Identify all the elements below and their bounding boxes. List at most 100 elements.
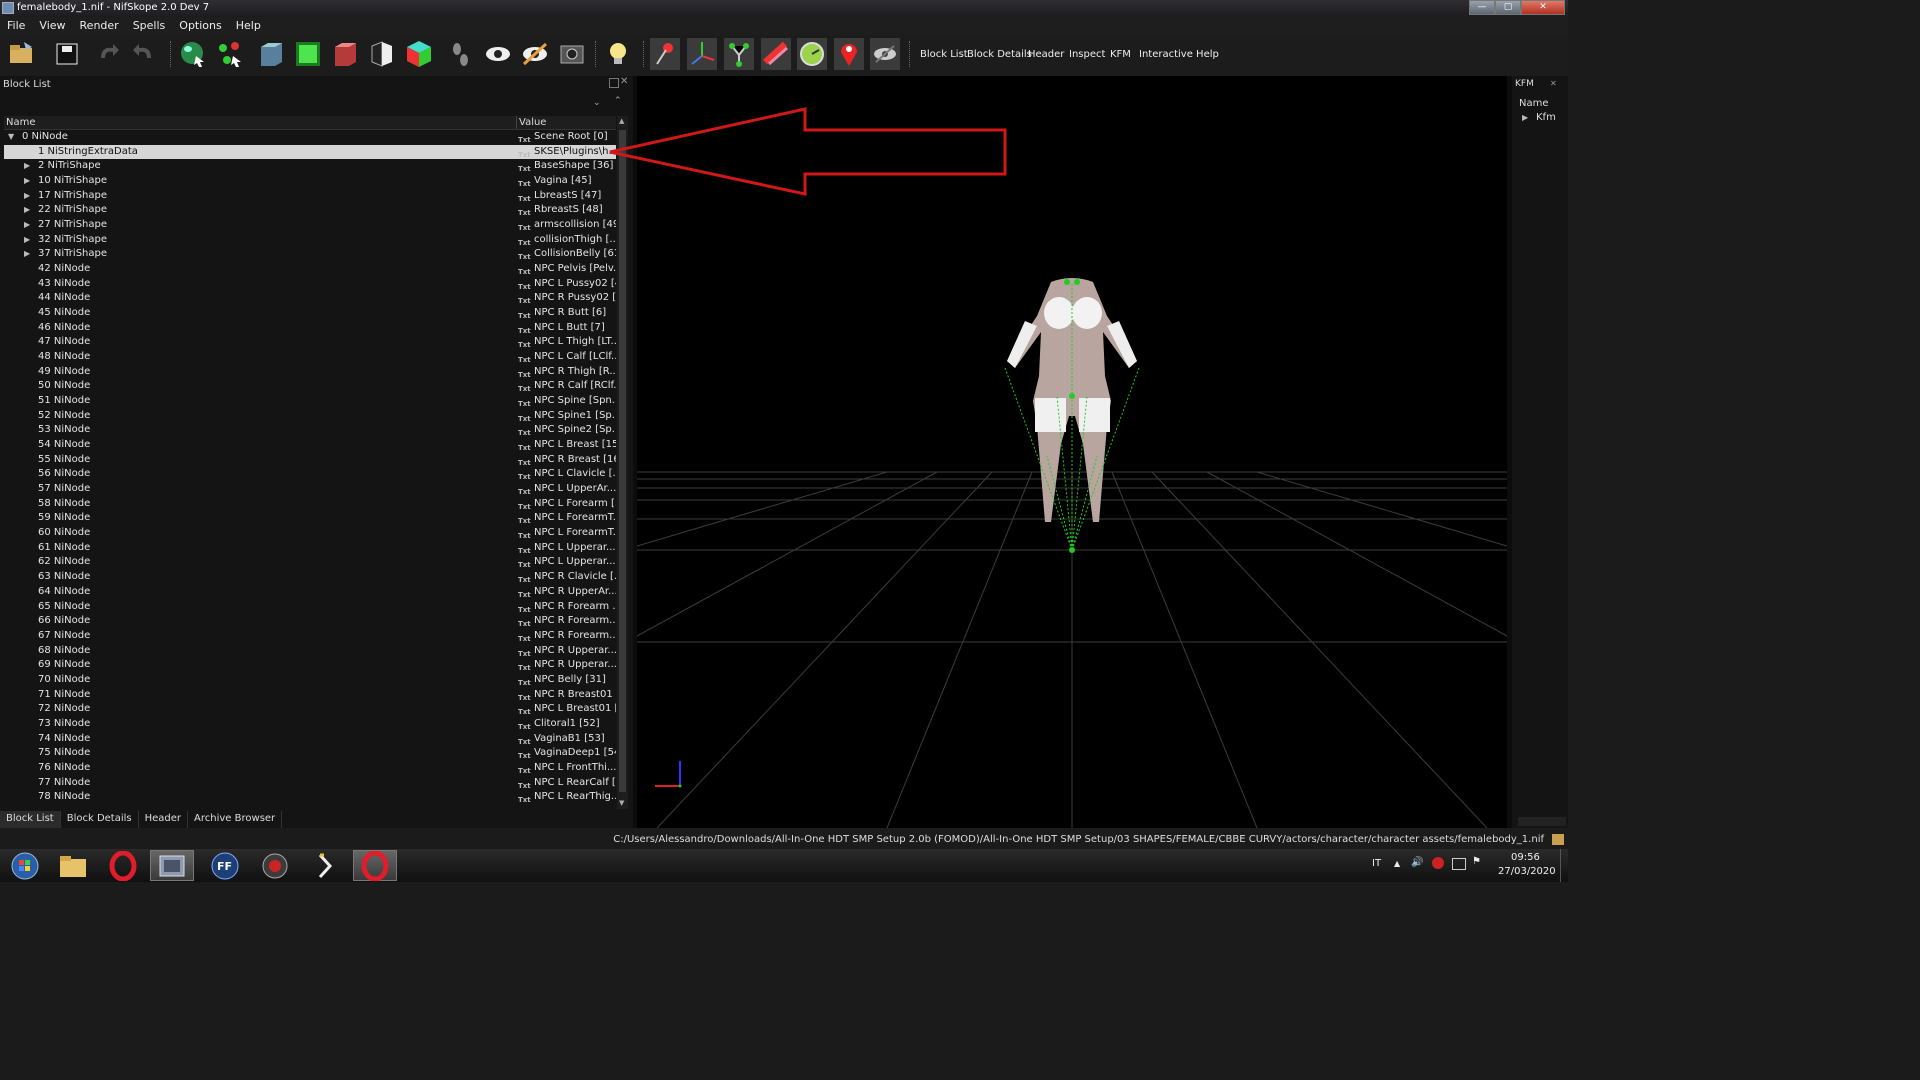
maximize-button[interactable]: ▢ [1495, 0, 1521, 15]
column-name[interactable]: Name [6, 117, 36, 128]
toolbar-tab-block-details[interactable]: Block Details [967, 49, 1032, 60]
table-row[interactable]: 58 NiNode Txt NPC L Forearm [... [4, 497, 616, 512]
table-row[interactable]: ▶ 27 NiTriShape Txt armscollision [49] [4, 218, 616, 233]
menu-options[interactable]: Options [172, 17, 228, 35]
toolbar-tab-block-list[interactable]: Block List [920, 49, 968, 60]
expand-arrow-icon[interactable]: ▶ [24, 174, 30, 189]
nodes-icon[interactable] [724, 38, 754, 70]
toolbar-tab-inspect[interactable]: Inspect [1069, 49, 1105, 60]
table-row[interactable]: 57 NiNode Txt NPC L UpperAr... [4, 482, 616, 497]
nifskope-icon[interactable] [150, 850, 194, 881]
select-vertex-icon[interactable] [215, 38, 245, 70]
table-row[interactable]: 46 NiNode Txt NPC L Butt [7] [4, 321, 616, 336]
light-bulb-icon[interactable] [603, 38, 633, 70]
column-divider[interactable] [516, 116, 517, 129]
expand-arrow-icon[interactable]: ▶ [24, 233, 30, 248]
eye-cross-icon[interactable] [520, 38, 550, 70]
float-panel-icon[interactable] [609, 78, 619, 88]
table-row[interactable]: 60 NiNode Txt NPC L ForearmT... [4, 526, 616, 541]
menu-render[interactable]: Render [73, 17, 126, 35]
menu-file[interactable]: File [0, 17, 32, 35]
table-row[interactable]: 42 NiNode Txt NPC Pelvis [Pelv... [4, 262, 616, 277]
save-icon[interactable] [53, 38, 83, 70]
tab-archive-browser[interactable]: Archive Browser [188, 811, 283, 828]
expand-arrow-icon[interactable]: ▶ [24, 159, 30, 174]
table-row[interactable]: 63 NiNode Txt NPC R Clavicle [... [4, 570, 616, 585]
table-row[interactable]: 64 NiNode Txt NPC R UpperAr... [4, 585, 616, 600]
footprints-icon[interactable] [446, 38, 476, 70]
table-row[interactable]: ▶ 2 NiTriShape Txt BaseShape [36] [4, 159, 616, 174]
kfm-column-name[interactable]: Name [1519, 98, 1549, 109]
table-row[interactable]: 53 NiNode Txt NPC Spine2 [Sp... [4, 423, 616, 438]
table-row[interactable]: 65 NiNode Txt NPC R Forearm ... [4, 600, 616, 615]
table-row[interactable]: 74 NiNode Txt VaginaB1 [53] [4, 732, 616, 747]
table-row[interactable]: 52 NiNode Txt NPC Spine1 [Sp... [4, 409, 616, 424]
table-row[interactable]: 62 NiNode Txt NPC L Upperar... [4, 555, 616, 570]
pin-icon[interactable] [650, 38, 680, 70]
table-row[interactable]: 78 NiNode Txt NPC L RearThig... [4, 790, 616, 805]
menu-view[interactable]: View [32, 17, 72, 35]
box-red-icon[interactable] [330, 38, 360, 70]
table-row[interactable]: 1 NiStringExtraData Txt SKSE\Plugins\h... [4, 144, 616, 160]
table-row[interactable]: 61 NiNode Txt NPC L Upperar... [4, 541, 616, 556]
load-icon[interactable] [6, 38, 36, 70]
table-row[interactable]: ▶ 17 NiTriShape Txt LbreastS [47] [4, 189, 616, 204]
table-row[interactable]: 75 NiNode Txt VaginaDeep1 [54] [4, 746, 616, 761]
table-row[interactable]: 72 NiNodeTxtNPC L Breast01 [... [4, 702, 616, 717]
spider-icon[interactable] [253, 850, 297, 881]
close-button[interactable]: ✕ [1521, 0, 1565, 15]
menu-help[interactable]: Help [229, 17, 268, 35]
table-row[interactable]: 68 NiNode Txt NPC R Upperar... [4, 644, 616, 659]
start-orb-icon[interactable] [3, 850, 47, 881]
clock-time[interactable]: 09:56 [1511, 852, 1540, 863]
cube-color-icon[interactable] [404, 38, 434, 70]
camera-icon[interactable] [557, 38, 587, 70]
table-row[interactable]: ▶ 22 NiTriShape Txt RbreastS [48] [4, 203, 616, 218]
folder-icon[interactable] [51, 850, 95, 881]
table-row[interactable]: 70 NiNode Txt NPC Belly [31] [4, 673, 616, 688]
table-row[interactable]: 55 NiNode Txt NPC R Breast [16] [4, 453, 616, 468]
axes-icon[interactable] [687, 38, 717, 70]
ffdec-icon[interactable]: FF [203, 850, 247, 881]
table-row[interactable]: 48 NiNode Txt NPC L Calf [LClf... [4, 350, 616, 365]
undo-icon[interactable] [93, 38, 123, 70]
table-row[interactable]: 59 NiNode Txt NPC L ForearmT... [4, 511, 616, 526]
tab-header[interactable]: Header [139, 811, 189, 828]
table-row[interactable]: 73 NiNode Txt Clitoral1 [52] [4, 717, 616, 732]
hide-icon[interactable] [870, 38, 900, 70]
table-row[interactable]: 66 NiNode Txt NPC R Forearm... [4, 614, 616, 629]
scrollbar-thumb[interactable] [619, 130, 626, 792]
collapse-arrow-icon[interactable]: ▼ [8, 130, 14, 145]
kfm-hscrollbar[interactable] [1518, 817, 1566, 826]
clock-date[interactable]: 27/03/2020 [1498, 866, 1556, 877]
folder-small-icon[interactable] [1552, 834, 1564, 845]
expand-arrow-icon[interactable]: ▶ [24, 189, 30, 204]
toolbar-tab-header[interactable]: Header [1028, 49, 1064, 60]
tray-expand-icon[interactable]: ▲ [1394, 859, 1400, 868]
table-row[interactable]: 50 NiNode Txt NPC R Calf [RClf... [4, 379, 616, 394]
kfm-item[interactable]: Kfm [1536, 112, 1556, 123]
opera-icon[interactable] [101, 850, 145, 881]
table-row[interactable]: 67 NiNode Txt NPC R Forearm... [4, 629, 616, 644]
minimize-button[interactable]: — [1469, 0, 1495, 15]
box-green-icon[interactable] [293, 38, 323, 70]
table-row[interactable]: ▶ 32 NiTriShape Txt collisionThigh [... [4, 233, 616, 248]
tab-block-details[interactable]: Block Details [61, 811, 139, 828]
table-row[interactable]: ▼ 0 NiNode Txt Scene Root [0] [4, 130, 616, 145]
expand-arrow-icon[interactable]: ▶ [1522, 113, 1528, 122]
table-row[interactable]: 56 NiNode Txt NPC L Clavicle [... [4, 467, 616, 482]
column-value[interactable]: Value [519, 117, 546, 128]
table-row[interactable]: ▶ 37 NiTriShape Txt CollisionBelly [61] [4, 247, 616, 262]
table-row[interactable]: 44 NiNodeTxtNPC R Pussy02 [5] [4, 291, 616, 306]
table-row[interactable]: ▶ 10 NiTriShape Txt Vagina [45] [4, 174, 616, 189]
table-row[interactable]: 71 NiNodeTxtNPC R Breast01 ... [4, 688, 616, 703]
expand-arrow-icon[interactable]: ▶ [24, 247, 30, 262]
flip-icon[interactable] [367, 38, 397, 70]
compass-icon[interactable] [797, 38, 827, 70]
table-row[interactable]: 69 NiNode Txt NPC R Upperar... [4, 658, 616, 673]
table-row[interactable]: 76 NiNode Txt NPC L FrontThi... [4, 761, 616, 776]
menu-spells[interactable]: Spells [126, 17, 173, 35]
tab-block-list[interactable]: Block List [0, 811, 61, 828]
toolbar-tab-interactive-help[interactable]: Interactive Help [1139, 49, 1219, 60]
network-icon[interactable] [1452, 858, 1466, 870]
